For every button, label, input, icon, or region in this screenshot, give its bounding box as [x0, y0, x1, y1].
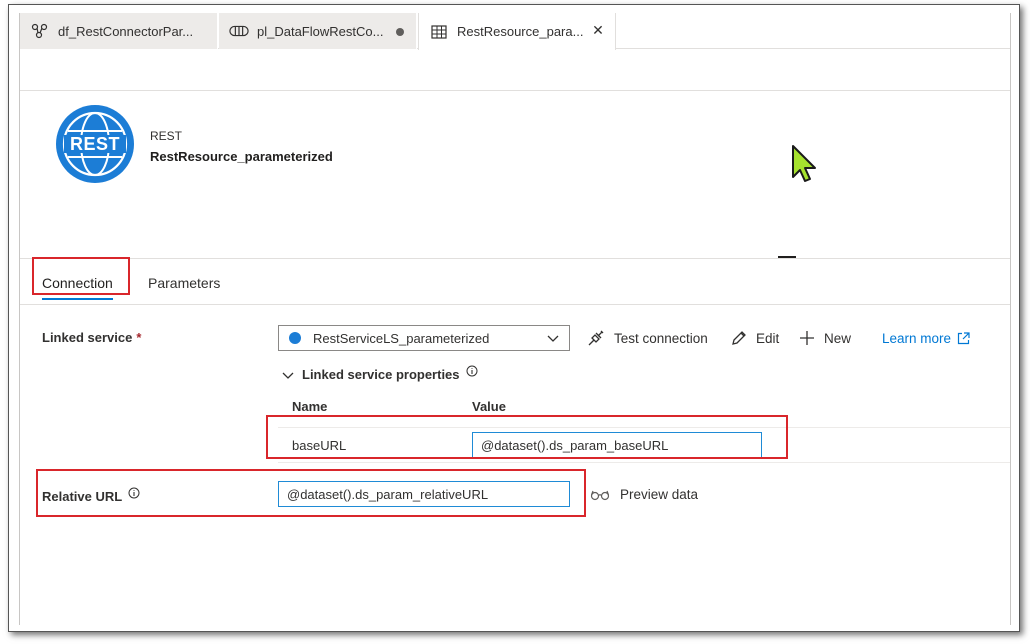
rest-logo: REST — [56, 105, 134, 183]
close-icon[interactable]: ✕ — [591, 23, 605, 37]
column-header-value: Value — [472, 399, 506, 414]
linked-service-label: Linked service * — [42, 330, 141, 345]
learn-more-label: Learn more — [882, 331, 952, 346]
linked-service-label-text: Linked service — [42, 330, 133, 345]
edit-label: Edit — [756, 330, 780, 346]
dataset-subtabs: Connection Parameters — [20, 259, 1010, 305]
external-link-icon — [957, 332, 970, 345]
preview-data-label: Preview data — [620, 487, 699, 502]
linked-service-select[interactable]: RestServiceLS_parameterized — [278, 325, 570, 351]
dataflow-icon — [30, 23, 50, 39]
unsaved-dot-icon — [396, 28, 404, 36]
edit-button[interactable]: Edit — [730, 326, 779, 350]
splitter-handle[interactable] — [778, 256, 796, 258]
chevron-down-icon — [547, 335, 559, 342]
tab-pipeline[interactable]: pl_DataFlowRestCo... — [219, 13, 417, 49]
mouse-cursor-icon — [792, 145, 816, 182]
new-button[interactable]: New — [798, 326, 851, 350]
plus-icon — [800, 331, 814, 345]
highlight-box-relative-url — [36, 469, 586, 517]
dataset-header: REST REST RestResource_parameterized — [20, 91, 1010, 259]
glasses-icon — [590, 490, 610, 500]
preview-data-button[interactable]: Preview data — [590, 487, 698, 502]
tab-dataflow[interactable]: df_RestConnectorPar... — [20, 13, 218, 49]
plug-icon — [588, 330, 604, 346]
tab-label: RestResource_para... — [457, 24, 584, 39]
rest-service-icon — [289, 332, 301, 344]
dataset-type-label: REST — [150, 129, 183, 143]
tab-label: df_RestConnectorPar... — [58, 23, 194, 39]
new-label: New — [824, 330, 852, 346]
tab-rest-resource[interactable]: RestResource_para... ✕ — [418, 13, 616, 50]
rest-logo-text: REST — [69, 133, 120, 154]
learn-more-link[interactable]: Learn more — [882, 331, 970, 346]
document-tabbar: df_RestConnectorPar... pl_DataFlowRestCo… — [20, 13, 1010, 50]
tab-parameters[interactable]: Parameters — [148, 275, 220, 291]
linked-service-properties-label: Linked service properties — [302, 367, 460, 382]
pipeline-icon — [229, 23, 249, 39]
column-header-name: Name — [292, 399, 328, 414]
dataset-name: RestResource_parameterized — [150, 149, 333, 164]
chevron-down-icon — [282, 372, 294, 379]
app-frame: df_RestConnectorPar... pl_DataFlowRestCo… — [8, 4, 1020, 632]
editor-panel: df_RestConnectorPar... pl_DataFlowRestCo… — [19, 13, 1011, 625]
linked-service-properties-toggle[interactable]: Linked service properties — [282, 365, 478, 382]
tab-label: pl_DataFlowRestCo... — [257, 23, 384, 39]
info-icon[interactable] — [466, 365, 478, 377]
highlight-box-connection — [32, 257, 130, 295]
toolbar-strip — [20, 49, 1010, 91]
required-marker: * — [136, 330, 142, 345]
highlight-box-base-url — [266, 415, 788, 459]
test-connection-label: Test connection — [614, 330, 708, 346]
table-icon — [429, 24, 449, 40]
linked-service-value: RestServiceLS_parameterized — [313, 330, 490, 346]
test-connection-button[interactable]: Test connection — [586, 326, 708, 350]
pencil-icon — [732, 331, 746, 345]
